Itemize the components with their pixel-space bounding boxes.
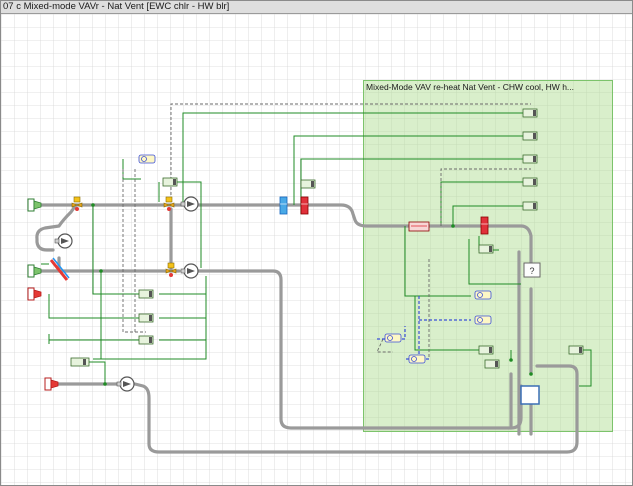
fresh-air-inlet-icon[interactable] [27, 198, 42, 212]
heating-coil-icon[interactable] [300, 196, 309, 215]
exhaust-outlet-icon[interactable] [44, 377, 59, 391]
heating-coil-icon[interactable] [480, 216, 489, 235]
control-wire [48, 294, 146, 319]
junction-icon [91, 203, 95, 207]
controller-icon[interactable] [478, 244, 494, 254]
controller-icon[interactable] [138, 313, 154, 323]
junction-icon [509, 358, 513, 362]
control-wire [579, 349, 592, 387]
fan-icon[interactable] [54, 233, 73, 249]
junction-icon [103, 382, 107, 386]
schematic-window: 07 c Mixed-mode VAVr - Nat Vent [EWC chl… [0, 0, 633, 486]
sensor-icon[interactable] [474, 315, 492, 325]
controller-icon[interactable] [162, 177, 178, 187]
junction-dots [91, 203, 533, 386]
controller-icon[interactable] [522, 131, 538, 141]
room-zone-icon[interactable] [520, 385, 540, 405]
schematic-canvas[interactable]: Mixed-Mode VAV re-heat Nat Vent - CHW co… [1, 14, 632, 485]
controller-icon[interactable] [522, 177, 538, 187]
control-wire [404, 226, 471, 297]
dashed-link [170, 103, 531, 200]
control-wire [414, 296, 485, 351]
dashed-signal-links [122, 103, 531, 359]
air-duct-network [35, 203, 579, 454]
fan-icon[interactable] [180, 263, 199, 279]
controller-icon[interactable] [70, 357, 90, 367]
controller-icon[interactable] [478, 345, 494, 355]
window-title: 07 c Mixed-mode VAVr - Nat Vent [EWC chl… [3, 1, 230, 12]
control-wire [159, 276, 207, 295]
sensor-icon[interactable] [138, 154, 156, 164]
control-wire [177, 181, 202, 268]
fan-icon[interactable] [116, 376, 135, 392]
controllers [70, 108, 584, 369]
controller-icon[interactable] [300, 179, 316, 189]
control-wire [122, 159, 141, 180]
controller-icon[interactable] [138, 289, 154, 299]
control-wire [159, 318, 207, 341]
controller-icon[interactable] [522, 154, 538, 164]
controller-icon[interactable] [568, 345, 584, 355]
junction-icon [99, 269, 103, 273]
junction-icon [529, 372, 533, 376]
exhaust-outlet-icon[interactable] [27, 287, 42, 301]
sensor-icon[interactable] [408, 354, 426, 364]
cooling-coil-icon[interactable] [279, 196, 288, 215]
sensor-icon[interactable] [384, 333, 402, 343]
control-wire [48, 334, 146, 341]
control-wire [452, 205, 531, 226]
control-wiring [41, 112, 592, 387]
controller-icon[interactable] [138, 335, 154, 345]
controller-icon[interactable] [522, 108, 538, 118]
control-wire [468, 239, 521, 285]
control-wire [293, 135, 531, 205]
junction-icon [451, 224, 455, 228]
dashed-link [122, 169, 146, 333]
zone-terminal-box[interactable]: ? [523, 262, 541, 278]
fan-icon[interactable] [180, 196, 199, 212]
fresh-air-inlet-icon[interactable] [27, 264, 42, 278]
controller-icon[interactable] [522, 201, 538, 211]
control-wire [159, 294, 207, 319]
zone-question-mark: ? [529, 266, 534, 276]
sensor-icon[interactable] [474, 290, 492, 300]
controller-icon[interactable] [484, 359, 500, 369]
title-bar[interactable]: 07 c Mixed-mode VAVr - Nat Vent [EWC chl… [1, 1, 632, 14]
humidifier-icon[interactable] [408, 221, 430, 232]
network-diagram: ? [27, 103, 592, 454]
